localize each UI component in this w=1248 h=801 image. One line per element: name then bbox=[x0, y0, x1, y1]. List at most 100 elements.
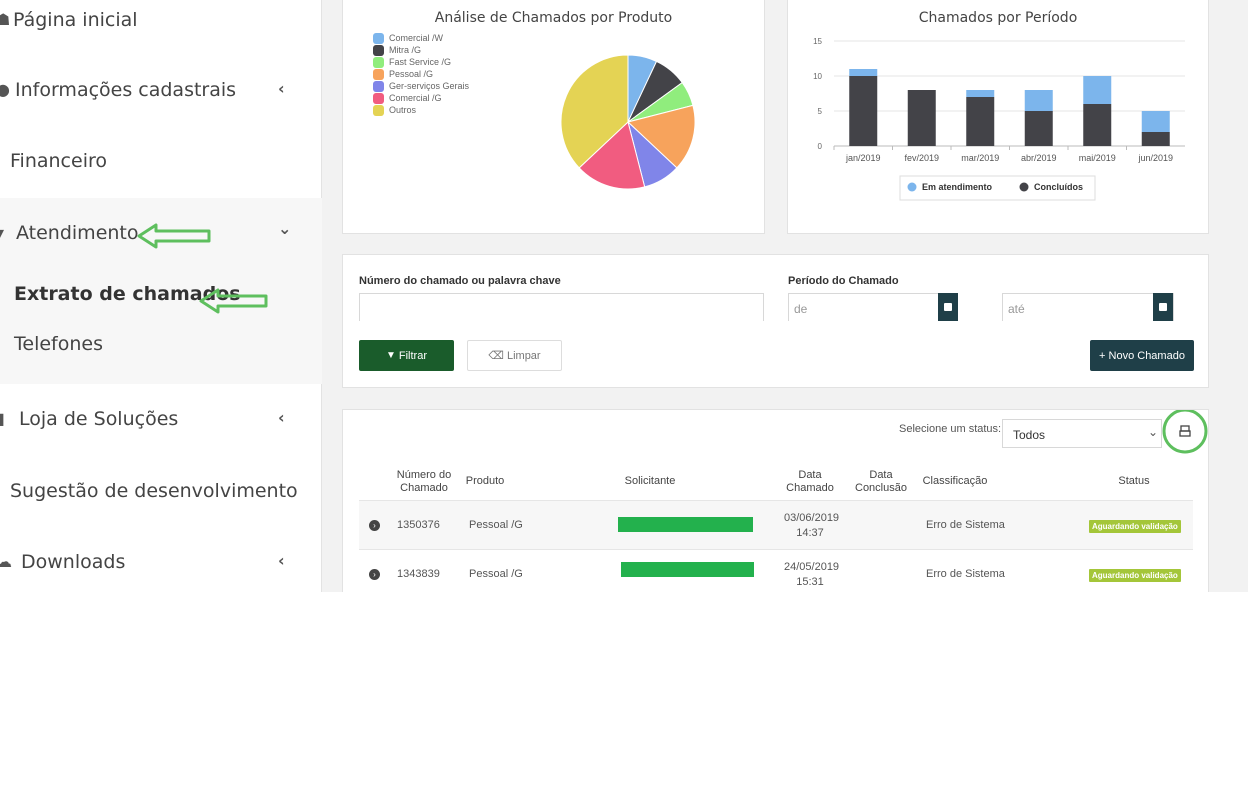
legend-swatch bbox=[907, 182, 917, 192]
ticket-classification: Erro de Sistema bbox=[926, 519, 1005, 531]
filter-card: Número do chamado ou palavra chave Perío… bbox=[342, 254, 1209, 388]
bar-segment[interactable] bbox=[849, 69, 878, 76]
column-header-number[interactable]: Número do Chamado bbox=[391, 469, 457, 495]
legend-label: Ger-serviços Gerais bbox=[389, 81, 470, 91]
x-tick-label: abr/2019 bbox=[1021, 153, 1057, 163]
chevron-left-icon: ‹ bbox=[278, 79, 285, 98]
bar-chart-card: Chamados por Período 0 5 10 15 jan/2019 fev/2… bbox=[787, 0, 1209, 234]
legend-item[interactable]: Comercial /G bbox=[373, 92, 442, 104]
bar-segment[interactable] bbox=[966, 90, 995, 97]
sidebar-item-label: Telefones bbox=[14, 333, 103, 355]
bar-segment[interactable] bbox=[1083, 76, 1112, 104]
pie-chart bbox=[560, 54, 696, 190]
sidebar-item-loja[interactable]: ▮ Loja de Soluções ‹ bbox=[0, 399, 322, 439]
column-header-status[interactable]: Status bbox=[1103, 475, 1165, 488]
bar-segment[interactable] bbox=[1024, 111, 1053, 146]
eraser-icon: ⌫ bbox=[488, 350, 504, 362]
ticket-product: Pessoal /G bbox=[469, 519, 523, 531]
column-header-date[interactable]: Data Chamado bbox=[778, 469, 842, 495]
column-header-requester[interactable]: Solicitante bbox=[603, 475, 697, 488]
sidebar-item-telefones[interactable]: Telefones bbox=[0, 324, 322, 364]
cart-icon: ▮ bbox=[0, 409, 5, 428]
filter-button-label: Filtrar bbox=[398, 349, 427, 362]
legend-label[interactable]: Em atendimento bbox=[922, 182, 993, 192]
sidebar-item-label: Página inicial bbox=[13, 9, 138, 31]
bar-chart: 0 5 10 15 jan/2019 fev/2019 mar/2019 abr/2019 ma… bbox=[813, 37, 1185, 201]
sidebar-item-info[interactable]: ● Informações cadastrais ‹ bbox=[0, 70, 322, 110]
keyword-input[interactable] bbox=[359, 293, 764, 321]
chart-title: Análise de Chamados por Produto bbox=[434, 10, 673, 26]
calendar-icon bbox=[1159, 303, 1167, 311]
clear-button[interactable]: ⌫ Limpar bbox=[467, 340, 562, 371]
bar-segment[interactable] bbox=[1141, 111, 1170, 132]
table-row[interactable]: › 1350376 Pessoal /G 03/06/2019 14:37 Er… bbox=[359, 500, 1193, 549]
sidebar-item-label: Atendimento bbox=[16, 222, 139, 244]
headset-icon: ▾ bbox=[0, 223, 5, 242]
sidebar-item-sugestao[interactable]: Sugestão de desenvolvimento bbox=[0, 471, 322, 511]
status-select[interactable]: Todos ⌄ bbox=[1002, 419, 1162, 448]
legend-item[interactable]: Ger-serviços Gerais bbox=[373, 80, 470, 92]
legend-label: Fast Service /G bbox=[389, 57, 452, 67]
new-ticket-button[interactable]: + Novo Chamado bbox=[1090, 340, 1194, 371]
sidebar-item-label: Downloads bbox=[21, 551, 126, 573]
cloud-icon: ☁ bbox=[0, 552, 12, 571]
sidebar-item-label: Sugestão de desenvolvimento bbox=[10, 480, 298, 502]
legend-item[interactable]: Mitra /G bbox=[373, 44, 422, 56]
legend-swatch bbox=[373, 92, 384, 104]
legend-item[interactable]: Fast Service /G bbox=[373, 56, 452, 68]
bar-segment[interactable] bbox=[907, 90, 936, 146]
keyword-label: Número do chamado ou palavra chave bbox=[359, 275, 561, 287]
bar-segment[interactable] bbox=[966, 97, 995, 146]
pie-chart-card: Análise de Chamados por Produto Comercia… bbox=[342, 0, 765, 234]
y-tick-label: 5 bbox=[818, 107, 823, 116]
bar-segment[interactable] bbox=[1024, 90, 1053, 111]
table-row[interactable]: › 1343839 Pessoal /G 24/05/2019 15:31 Er… bbox=[359, 549, 1193, 592]
legend-item[interactable]: Comercial /W bbox=[373, 32, 443, 44]
y-tick-label: 0 bbox=[818, 142, 823, 151]
legend-swatch bbox=[373, 104, 384, 116]
filter-button[interactable]: ▼ Filtrar bbox=[359, 340, 454, 371]
legend-label: Comercial /G bbox=[389, 93, 442, 103]
sidebar-item-label: Loja de Soluções bbox=[19, 408, 179, 430]
ticket-number: 1350376 bbox=[397, 519, 440, 531]
calendar-from-button[interactable] bbox=[938, 293, 958, 321]
status-badge: Aguardando validação bbox=[1089, 520, 1181, 533]
sidebar-item-financeiro[interactable]: Financeiro bbox=[0, 141, 322, 181]
print-button[interactable] bbox=[1162, 410, 1212, 454]
expand-row-icon[interactable]: › bbox=[369, 569, 380, 580]
x-tick-label: jun/2019 bbox=[1137, 153, 1173, 163]
bar-segment[interactable] bbox=[849, 76, 878, 146]
bar-segment[interactable] bbox=[1141, 132, 1170, 146]
sidebar-item-label: Financeiro bbox=[10, 150, 107, 172]
date-from-input[interactable]: de bbox=[788, 293, 958, 321]
chevron-down-icon: ⌄ bbox=[278, 219, 292, 238]
status-badge: Aguardando validação bbox=[1089, 569, 1181, 582]
sidebar-item-downloads[interactable]: ☁ Downloads ‹ bbox=[0, 542, 322, 582]
legend-label[interactable]: Concluídos bbox=[1034, 182, 1083, 192]
bar-segment[interactable] bbox=[1083, 104, 1112, 146]
expand-row-icon[interactable]: › bbox=[369, 520, 380, 531]
y-tick-label: 15 bbox=[813, 37, 822, 46]
clear-button-label: Limpar bbox=[506, 349, 541, 362]
column-header-conclusion[interactable]: Data Conclusão bbox=[848, 469, 914, 495]
home-icon: ☗ bbox=[0, 10, 11, 29]
x-tick-label: mai/2019 bbox=[1079, 153, 1116, 163]
legend-swatch bbox=[373, 32, 384, 44]
ticket-time: 14:37 bbox=[796, 527, 824, 539]
chevron-left-icon: ‹ bbox=[278, 551, 285, 570]
x-tick-label: fev/2019 bbox=[904, 153, 939, 163]
legend-item[interactable]: Outros bbox=[373, 104, 416, 116]
calendar-to-button[interactable] bbox=[1153, 293, 1173, 321]
legend-swatch bbox=[1019, 182, 1029, 192]
sidebar-item-extrato[interactable]: Extrato de chamados bbox=[0, 274, 322, 314]
legend-label: Mitra /G bbox=[389, 45, 422, 55]
annotation-arrow-left-icon bbox=[199, 288, 268, 314]
legend-item[interactable]: Pessoal /G bbox=[373, 68, 434, 80]
column-header-classification[interactable]: Classificação bbox=[918, 475, 992, 488]
date-to-input[interactable]: até bbox=[1002, 293, 1174, 321]
chevron-left-icon: ‹ bbox=[278, 408, 285, 427]
column-header-product[interactable]: Produto bbox=[455, 475, 515, 488]
sidebar-item-home[interactable]: ☗ Página inicial bbox=[0, 0, 322, 40]
requester-redacted bbox=[618, 517, 753, 532]
legend-label: Pessoal /G bbox=[389, 69, 434, 79]
